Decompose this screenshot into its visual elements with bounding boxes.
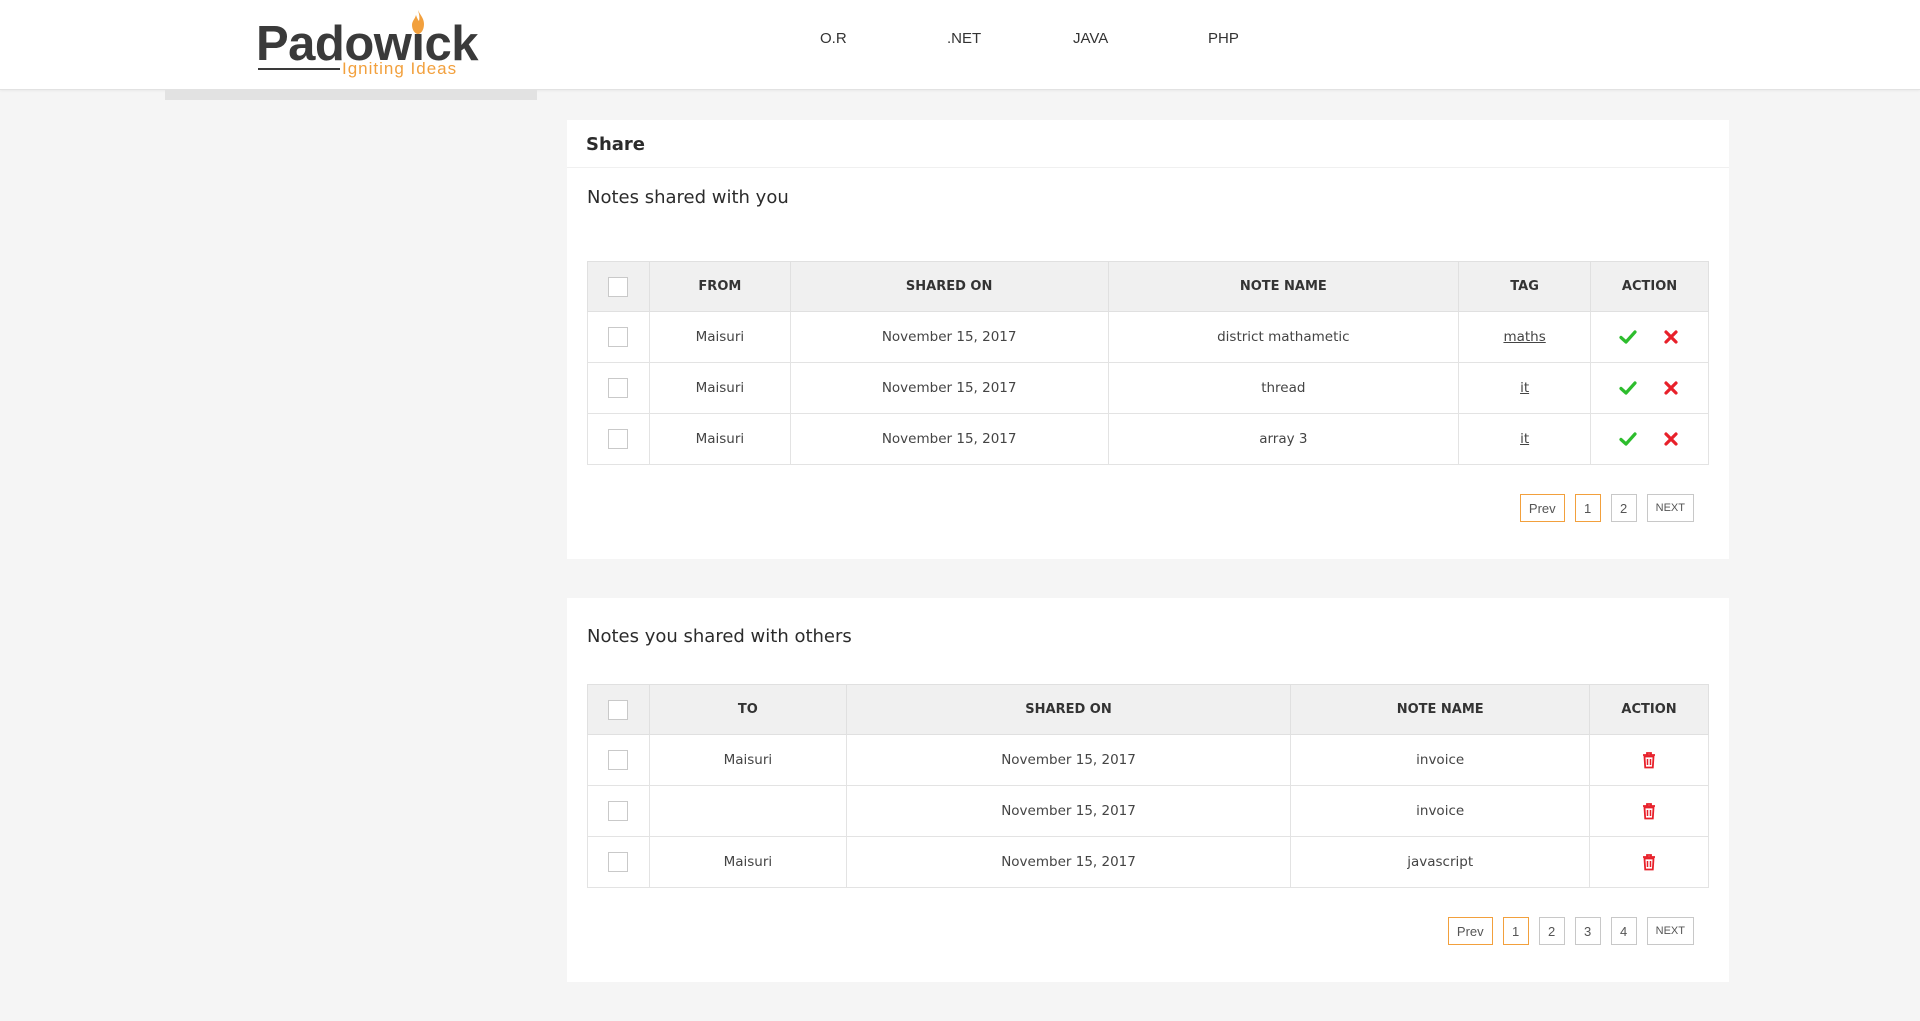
prev-page-button[interactable]: Prev — [1519, 494, 1565, 522]
column-header-shared-on[interactable]: SHARED ON — [845, 684, 1292, 735]
nav-item-or[interactable]: O.R — [820, 30, 847, 52]
page-button-3[interactable]: 3 — [1574, 917, 1601, 945]
to-cell: Maisuri — [648, 734, 847, 786]
shared-with-others-table: TO SHARED ON NOTE NAME ACTION Maisuri No… — [587, 684, 1709, 888]
note-name-cell: invoice — [1290, 734, 1591, 786]
note-name-cell: district mathametic — [1107, 311, 1460, 363]
page-button-2[interactable]: 2 — [1610, 494, 1637, 522]
row-checkbox[interactable] — [608, 801, 629, 821]
pagination: Prev 1 2 NEXT — [1519, 494, 1694, 522]
top-header: Padowick Igniting Ideas O.R .NET JAVA PH… — [0, 0, 1920, 90]
tag-link[interactable]: it — [1520, 431, 1529, 447]
section-title-shared-with-others: Notes you shared with others — [587, 626, 852, 647]
select-all-cell — [587, 261, 650, 312]
trash-icon[interactable] — [1640, 751, 1658, 769]
nav-item-php[interactable]: PHP — [1208, 30, 1239, 52]
brand-tagline: Igniting Ideas — [342, 59, 458, 78]
column-header-action: ACTION — [1589, 684, 1709, 735]
next-page-button[interactable]: NEXT — [1646, 494, 1694, 522]
trash-icon[interactable] — [1640, 802, 1658, 820]
check-icon[interactable] — [1619, 328, 1637, 346]
from-cell: Maisuri — [648, 362, 791, 414]
page-button-1[interactable]: 1 — [1574, 494, 1601, 522]
select-all-cell — [587, 684, 650, 735]
page-button-2[interactable]: 2 — [1538, 917, 1565, 945]
next-page-button[interactable]: NEXT — [1646, 917, 1694, 945]
column-header-to[interactable]: TO — [648, 684, 847, 735]
row-checkbox[interactable] — [608, 327, 629, 347]
panel-title: Share — [567, 120, 1729, 168]
trash-icon[interactable] — [1640, 853, 1658, 871]
page-button-1[interactable]: 1 — [1502, 917, 1529, 945]
section-title-shared-with-you: Notes shared with you — [587, 187, 789, 208]
table-header-row: FROM SHARED ON NOTE NAME TAG ACTION — [587, 261, 1709, 312]
shared-on-cell: November 15, 2017 — [789, 362, 1109, 414]
shared-on-cell: November 15, 2017 — [789, 413, 1109, 465]
column-header-from[interactable]: FROM — [648, 261, 791, 312]
prev-page-button[interactable]: Prev — [1447, 917, 1493, 945]
logo-underline — [258, 68, 340, 70]
column-header-action: ACTION — [1590, 261, 1709, 312]
nav-item-java[interactable]: JAVA — [1073, 30, 1108, 52]
note-name-cell: invoice — [1290, 785, 1591, 837]
from-cell: Maisuri — [648, 413, 791, 465]
column-header-shared-on[interactable]: SHARED ON — [789, 261, 1109, 312]
column-header-note-name[interactable]: NOTE NAME — [1107, 261, 1460, 312]
shared-with-others-panel: Notes you shared with others TO SHARED O… — [567, 598, 1729, 982]
column-header-note-name[interactable]: NOTE NAME — [1290, 684, 1591, 735]
tag-link[interactable]: maths — [1503, 329, 1545, 345]
close-icon[interactable] — [1662, 379, 1680, 397]
check-icon[interactable] — [1619, 430, 1637, 448]
flame-icon — [412, 10, 424, 34]
note-name-cell: array 3 — [1107, 413, 1460, 465]
row-checkbox[interactable] — [608, 852, 629, 872]
row-checkbox[interactable] — [608, 750, 629, 770]
page-button-4[interactable]: 4 — [1610, 917, 1637, 945]
shared-on-cell: November 15, 2017 — [845, 785, 1292, 837]
table-row: Maisuri November 15, 2017 district matha… — [587, 311, 1709, 363]
pagination: Prev 1 2 3 4 NEXT — [1447, 917, 1694, 945]
check-icon[interactable] — [1619, 379, 1637, 397]
shared-with-you-table: FROM SHARED ON NOTE NAME TAG ACTION Mais… — [587, 261, 1709, 465]
sidebar-strip — [165, 90, 537, 100]
table-row: Maisuri November 15, 2017 invoice — [587, 734, 1709, 786]
table-row: Maisuri November 15, 2017 array 3 it — [587, 413, 1709, 465]
table-header-row: TO SHARED ON NOTE NAME ACTION — [587, 684, 1709, 735]
to-cell — [648, 785, 847, 837]
column-header-tag[interactable]: TAG — [1458, 261, 1592, 312]
table-row: November 15, 2017 invoice — [587, 785, 1709, 837]
note-name-cell: thread — [1107, 362, 1460, 414]
row-checkbox[interactable] — [608, 429, 629, 449]
from-cell: Maisuri — [648, 311, 791, 363]
select-all-checkbox[interactable] — [608, 276, 629, 297]
to-cell: Maisuri — [648, 836, 847, 888]
note-name-cell: javascript — [1290, 836, 1591, 888]
tag-link[interactable]: it — [1520, 380, 1529, 396]
brand-logo[interactable]: Padowick Igniting Ideas — [256, 10, 486, 82]
table-row: Maisuri November 15, 2017 thread it — [587, 362, 1709, 414]
table-row: Maisuri November 15, 2017 javascript — [587, 836, 1709, 888]
select-all-checkbox[interactable] — [608, 699, 629, 720]
close-icon[interactable] — [1662, 430, 1680, 448]
nav-item-dotnet[interactable]: .NET — [947, 30, 981, 52]
row-checkbox[interactable] — [608, 378, 629, 398]
shared-on-cell: November 15, 2017 — [845, 836, 1292, 888]
share-panel: Share Notes shared with you FROM SHARED … — [567, 120, 1729, 559]
shared-on-cell: November 15, 2017 — [845, 734, 1292, 786]
shared-on-cell: November 15, 2017 — [789, 311, 1109, 363]
close-icon[interactable] — [1662, 328, 1680, 346]
